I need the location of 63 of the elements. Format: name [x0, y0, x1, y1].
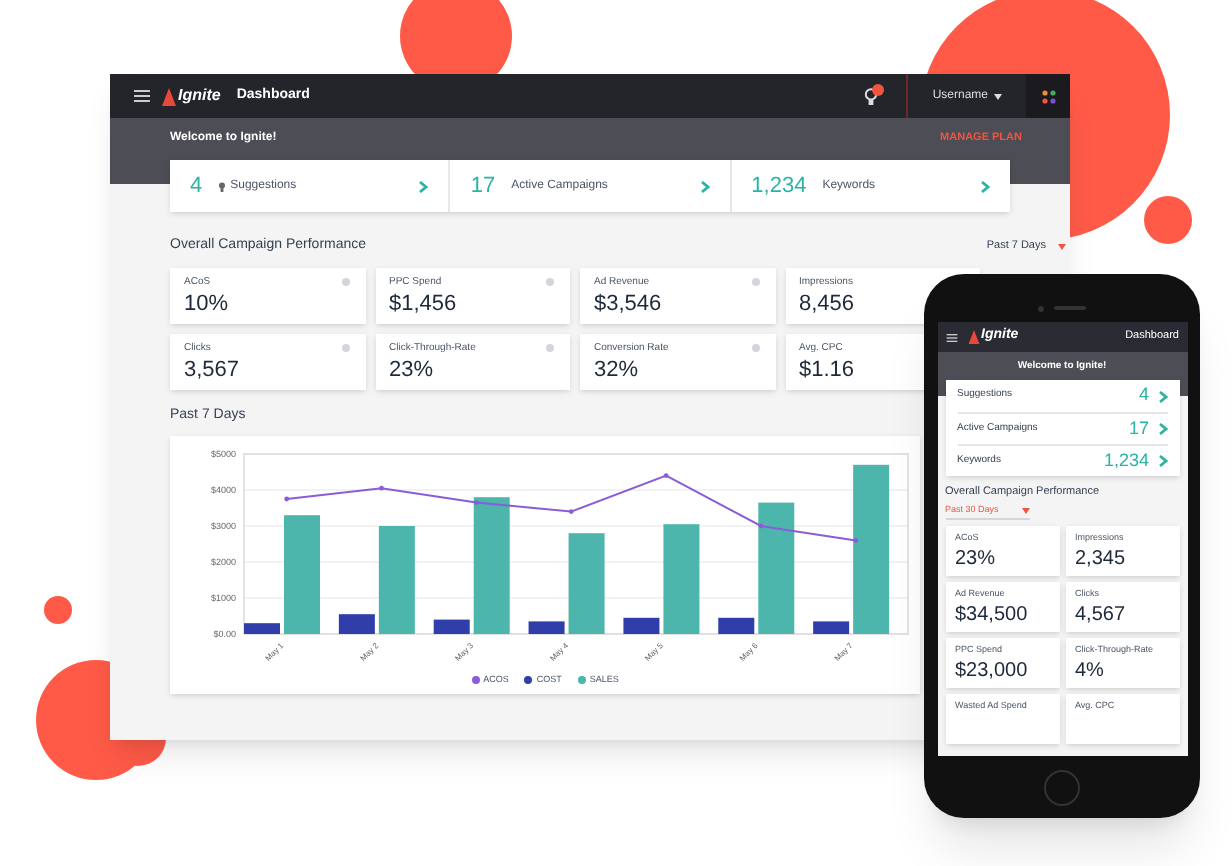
metric-value: $3,546 — [594, 290, 664, 318]
metric-value: 3,567 — [184, 356, 242, 384]
metric-value: 8,456 — [799, 290, 857, 318]
chevron-right-icon[interactable] — [1157, 422, 1167, 436]
caret-icon[interactable] — [994, 93, 1002, 99]
bar — [337, 614, 374, 634]
bar — [717, 617, 754, 634]
bar — [283, 515, 319, 634]
chevron-right-icon[interactable] — [418, 179, 429, 193]
line-point — [852, 538, 858, 543]
chevron-right-icon[interactable] — [699, 179, 710, 193]
line-point — [567, 509, 573, 514]
lightbulb-icon[interactable] — [864, 87, 879, 105]
menu-icon[interactable] — [945, 333, 957, 341]
line-point — [757, 523, 763, 529]
metric-value: 2,345 — [1075, 545, 1128, 572]
bar — [472, 497, 509, 634]
flame-icon — [967, 330, 979, 344]
menu-icon[interactable] — [134, 90, 150, 102]
apps-icon[interactable] — [1041, 89, 1055, 103]
info-icon[interactable] — [546, 277, 554, 285]
summary-count: 1,234 — [1103, 447, 1149, 474]
metric-value: $34,500 — [955, 601, 1030, 628]
line-point — [283, 496, 289, 502]
line-point — [378, 485, 383, 491]
metric-value: $1,456 — [389, 290, 459, 318]
bar — [567, 533, 604, 634]
metric-value: 23% — [955, 545, 998, 572]
info-icon[interactable] — [751, 277, 759, 285]
metric-value: 23% — [389, 356, 436, 384]
bar — [622, 617, 659, 634]
info-icon[interactable] — [751, 343, 759, 351]
summary-count: 1,234 — [751, 171, 807, 202]
bar — [432, 619, 469, 634]
metric-value: 4% — [1075, 657, 1106, 684]
metric-value: 32% — [594, 356, 641, 384]
info-icon[interactable] — [341, 277, 349, 285]
phone-camera — [1038, 305, 1044, 311]
bar — [377, 526, 414, 634]
summary-count: 17 — [470, 171, 496, 202]
bar — [757, 502, 794, 634]
line-point — [473, 500, 478, 505]
line-point — [662, 473, 668, 478]
metric-value: 4,567 — [1075, 601, 1128, 628]
chevron-right-icon[interactable] — [1157, 454, 1167, 468]
summary-count: 4 — [190, 171, 203, 202]
metric-value: $23,000 — [955, 657, 1030, 684]
bar — [662, 524, 699, 634]
home-button[interactable] — [1044, 770, 1080, 806]
bar — [243, 623, 279, 634]
bar — [527, 621, 564, 634]
metric-value: 10% — [184, 290, 231, 318]
chevron-right-icon[interactable] — [979, 179, 990, 193]
brand-logo: Ignite — [178, 84, 221, 108]
info-icon[interactable] — [546, 343, 554, 351]
chevron-right-icon[interactable] — [1157, 389, 1167, 403]
summary-count: 4 — [1138, 382, 1149, 409]
lightbulb-icon — [218, 181, 227, 191]
flame-icon — [162, 87, 176, 105]
summary-count: 17 — [1128, 415, 1149, 442]
bar — [812, 621, 849, 634]
metric-value: $1.16 — [799, 356, 857, 384]
info-icon[interactable] — [341, 343, 349, 351]
